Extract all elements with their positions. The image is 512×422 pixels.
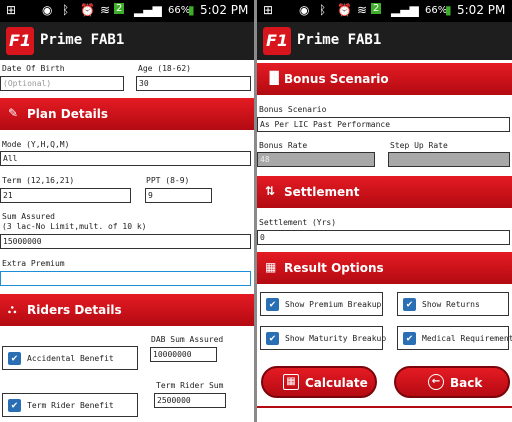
bonus-rate-label: Bonus Rate — [259, 141, 308, 150]
plan-details-label: Plan Details — [27, 107, 109, 121]
settlement-years-label: Settlement (Yrs) — [259, 218, 337, 227]
bonus-scenario-header: ▐▌ Bonus Scenario — [257, 63, 512, 95]
battery-percent: 66% — [425, 5, 448, 16]
settlement-header: ⇅ Settlement — [257, 176, 512, 208]
alarm-icon: ⏰ — [80, 3, 95, 17]
app-logo: F1 — [263, 27, 291, 55]
term-rider-benefit-label: Term Rider Benefit — [27, 401, 114, 410]
accidental-benefit-label: Accidental Benefit — [27, 354, 114, 363]
accidental-benefit-checkbox[interactable]: ✔ Accidental Benefit — [2, 346, 138, 370]
battery-icon: ▮ — [188, 3, 195, 17]
mode-label: Mode (Y,H,Q,M) — [2, 140, 70, 149]
battery-icon: ▮ — [445, 3, 452, 17]
riders-details-label: Riders Details — [27, 303, 122, 317]
check-icon: ✔ — [266, 298, 279, 311]
dab-label: DAB Sum Assured — [151, 335, 224, 344]
extra-premium-label: Extra Premium — [2, 259, 65, 268]
chart-icon: ▐▌ — [265, 71, 284, 85]
plus-square-icon: ⊞ — [263, 3, 274, 17]
back-arrow-icon: ← — [428, 374, 444, 390]
battery-percent: 66% — [168, 5, 191, 16]
status-bar: ⊞ ◉ ᛒ ⏰ ≋ 2 ▂▄▆ 66% ▮ 5:02 PM — [0, 0, 254, 22]
bottom-rule — [257, 406, 512, 408]
app-title: Prime FAB1 — [40, 32, 125, 48]
signal-icon: ▂▄▆ — [391, 3, 419, 17]
calculate-label: Calculate — [305, 376, 368, 390]
term-rider-label: Term Rider Sum — [156, 381, 224, 390]
term-rider-benefit-checkbox[interactable]: ✔ Term Rider Benefit — [2, 393, 138, 417]
right-screen: ⊞ ◉ ᛒ ⏰ ≋ 2 ▂▄▆ 66% ▮ 5:02 PM F1 Prime F… — [257, 0, 512, 422]
mode-field[interactable]: All — [0, 151, 251, 166]
app-title: Prime FAB1 — [297, 32, 382, 48]
check-icon: ✔ — [403, 298, 416, 311]
term-field[interactable]: 21 — [0, 188, 131, 203]
sum-assured-hint: (3 lac-No Limit,mult. of 10 k) — [2, 222, 147, 231]
bonus-scenario-label: Bonus Scenario — [284, 72, 389, 86]
show-maturity-breakup-checkbox[interactable]: ✔ Show Maturity Breakup — [260, 326, 387, 350]
riders-details-header: ⛬ Riders Details — [0, 294, 254, 326]
age-field[interactable]: 30 — [136, 76, 251, 91]
result-options-header: ▦ Result Options — [257, 252, 512, 284]
check-icon: ✔ — [403, 332, 416, 345]
app-bar: F1 Prime FAB1 — [0, 22, 254, 60]
bonus-rate-field[interactable]: 48 — [257, 152, 375, 167]
bonus-scenario-field[interactable]: As Per LIC Past Performance — [257, 117, 510, 132]
badge-count: 2 — [371, 3, 382, 14]
sum-assured-label: Sum Assured — [2, 212, 55, 221]
term-rider-field[interactable]: 2500000 — [154, 393, 226, 408]
extra-premium-field[interactable] — [0, 271, 251, 286]
back-label: Back — [450, 376, 483, 390]
bluetooth-icon: ᛒ — [319, 3, 327, 17]
badge-count: 2 — [114, 3, 125, 14]
check-icon: ✔ — [8, 399, 21, 412]
show-premium-breakup-checkbox[interactable]: ✔ Show Premium Breakup — [260, 292, 383, 316]
edit-icon: ✎ — [8, 106, 19, 120]
plus-square-icon: ⊞ — [6, 3, 17, 17]
clock: 5:02 PM — [200, 3, 249, 17]
calculate-button[interactable]: ▦ Calculate — [261, 366, 377, 398]
step-up-field[interactable] — [388, 152, 510, 167]
term-label: Term (12,16,21) — [2, 176, 75, 185]
settlement-icon: ⇅ — [265, 184, 276, 198]
age-label: Age (18-62) — [138, 64, 191, 73]
bluetooth-icon: ᛒ — [62, 3, 70, 17]
app-logo: F1 — [6, 27, 34, 55]
ppt-field[interactable]: 9 — [145, 188, 212, 203]
step-up-label: Step Up Rate — [390, 141, 448, 150]
dab-field[interactable]: 10000000 — [150, 347, 217, 362]
left-screen: ⊞ ◉ ᛒ ⏰ ≋ 2 ▂▄▆ 66% ▮ 5:02 PM F1 Prime F… — [0, 0, 254, 422]
eye-icon: ◉ — [299, 3, 310, 17]
show-returns-label: Show Returns — [422, 300, 480, 309]
dob-label: Date Of Birth — [2, 64, 65, 73]
bonus-scenario-field-label: Bonus Scenario — [259, 105, 327, 114]
show-returns-checkbox[interactable]: ✔ Show Returns — [397, 292, 509, 316]
app-bar: F1 Prime FAB1 — [257, 22, 512, 60]
medical-requirement-label: Medical Requirement — [422, 334, 512, 343]
settlement-years-field[interactable]: 0 — [257, 230, 510, 245]
show-maturity-breakup-label: Show Maturity Breakup — [285, 334, 387, 343]
calendar-icon: ▦ — [265, 260, 277, 274]
show-premium-breakup-label: Show Premium Breakup — [285, 300, 382, 309]
medical-requirement-checkbox[interactable]: ✔ Medical Requirement — [397, 326, 512, 350]
ppt-label: PPT (8-9) — [146, 176, 190, 185]
signal-icon: ▂▄▆ — [134, 3, 162, 17]
wifi-icon: ≋ — [100, 3, 111, 17]
clock: 5:02 PM — [457, 3, 506, 17]
check-icon: ✔ — [8, 352, 21, 365]
alarm-icon: ⏰ — [337, 3, 352, 17]
result-options-label: Result Options — [284, 261, 384, 275]
riders-icon: ⛬ — [8, 302, 17, 316]
eye-icon: ◉ — [42, 3, 53, 17]
settlement-label: Settlement — [284, 185, 360, 199]
back-button[interactable]: ← Back — [394, 366, 510, 398]
calculator-icon: ▦ — [283, 374, 299, 390]
dob-field[interactable]: (Optional) — [0, 76, 124, 91]
wifi-icon: ≋ — [357, 3, 368, 17]
sum-assured-field[interactable]: 15000000 — [0, 234, 251, 249]
status-bar: ⊞ ◉ ᛒ ⏰ ≋ 2 ▂▄▆ 66% ▮ 5:02 PM — [257, 0, 512, 22]
check-icon: ✔ — [266, 332, 279, 345]
plan-details-header: ✎ Plan Details — [0, 98, 254, 130]
